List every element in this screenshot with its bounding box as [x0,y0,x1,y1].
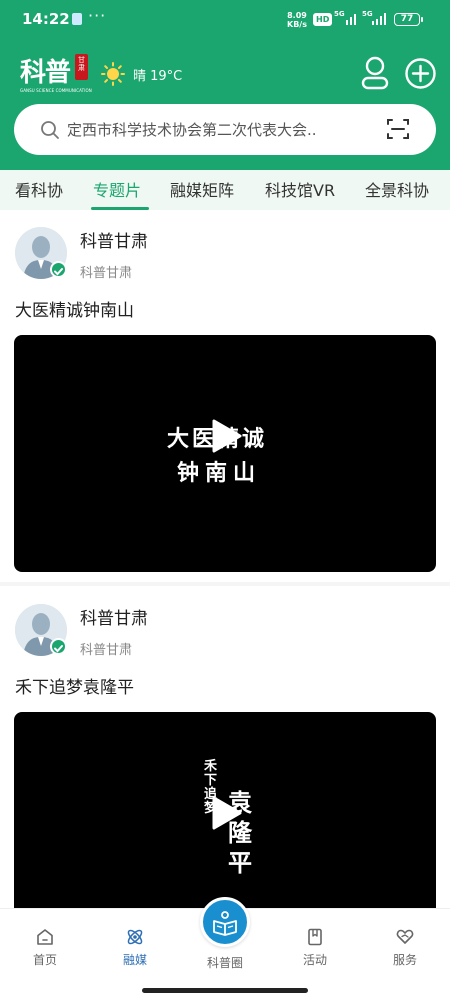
author-subtitle: 科普甘肃 [80,266,133,281]
battery-icon: 77 [394,13,423,26]
weather-widget: 晴 19°C [101,62,182,86]
divider [0,582,450,586]
tab-kejiguan-vr[interactable]: 科技馆VR [265,177,335,201]
tab-zhuanti-pian[interactable]: 专题片 [93,177,141,201]
verified-badge-icon [50,261,67,278]
nav-kepu-quan-button[interactable] [200,897,250,947]
nav-huodong[interactable]: 活动 [285,927,345,968]
status-time: 14:22 [22,10,70,28]
notification-icon [72,13,82,25]
author-name[interactable]: 科普甘肃 [80,227,148,252]
tab-rongmei-juzhen[interactable]: 融媒矩阵 [170,177,234,201]
nav-huodong-label: 活动 [302,953,327,967]
atom-icon [127,929,143,945]
more-notifications-indicator: ··· [88,6,107,25]
search-input[interactable]: 定西市科学技术协会第二次代表大会.. [67,119,317,140]
scan-icon[interactable] [386,117,410,141]
weather-text: 晴 19°C [133,68,183,84]
bottom-navigation: 首页 融媒 科普圈 活动 服务 [0,897,450,999]
tab-quanjing-kexie[interactable]: 全景科协 [365,177,429,201]
post-title[interactable]: 大医精诚钟南山 [15,296,134,321]
play-icon[interactable] [212,419,242,453]
signal-strength-icon [362,12,390,25]
nav-kepu-quan-label[interactable]: 科普圈 [195,954,255,971]
nav-home-label: 首页 [32,953,57,967]
status-bar: 14:22 ··· 8.09 KB/s HD 5G 5G 77 [0,0,450,40]
video-caption-line2: 钟南山 [177,460,262,486]
app-header: 科普 甘肃 GANSU SCIENCE COMMUNICATION 晴 19°C… [0,40,450,170]
nav-home[interactable]: 首页 [15,927,75,968]
home-indicator[interactable] [142,988,308,993]
logo-seal: 甘肃 [75,54,88,80]
user-icon[interactable] [360,56,390,90]
list-item[interactable]: 科普甘肃 科普甘肃 大医精诚钟南山 大医精诚 钟南山 [0,210,450,587]
logo-text: 科普 [20,58,71,88]
search-icon [41,121,59,139]
video-player[interactable]: 大医精诚 钟南山 [14,335,436,572]
logo-subtitle: GANSU SCIENCE COMMUNICATION [20,88,92,93]
home-icon [37,929,53,945]
nav-rongmei[interactable]: 融媒 [105,927,165,968]
verified-badge-icon [50,638,67,655]
author-subtitle: 科普甘肃 [80,643,133,658]
network-speed: 8.09 KB/s [287,11,307,29]
book-icon [213,911,237,936]
hd-badge: HD [313,13,333,26]
bookmark-icon [308,928,322,946]
video-player[interactable]: 禾下追梦 袁隆平 [14,712,436,908]
list-item[interactable]: 科普甘肃 科普甘肃 禾下追梦袁隆平 禾下追梦 袁隆平 [0,587,450,908]
network-speed-value: 8.09 [287,11,307,20]
category-tabs: 看科协 专题片 融媒矩阵 科技馆VR 全景科协 [0,170,450,210]
app-logo: 科普 甘肃 GANSU SCIENCE COMMUNICATION [20,50,92,96]
nav-fuwu[interactable]: 服务 [375,927,435,968]
search-bar[interactable]: 定西市科学技术协会第二次代表大会.. [14,104,436,155]
plus-circle-icon[interactable] [405,58,436,89]
signal-strength-icon [334,12,358,25]
play-icon[interactable] [212,796,242,830]
tab-kan-kexie[interactable]: 看科协 [15,177,63,201]
author-name[interactable]: 科普甘肃 [80,604,148,629]
feed[interactable]: 科普甘肃 科普甘肃 大医精诚钟南山 大医精诚 钟南山 科普甘肃 科普甘肃 禾下追… [0,210,450,908]
network-speed-unit: KB/s [287,20,307,29]
nav-rongmei-label: 融媒 [122,953,147,967]
nav-fuwu-label: 服务 [392,953,417,967]
sun-icon [101,62,125,86]
post-title[interactable]: 禾下追梦袁隆平 [15,673,134,698]
heart-hand-icon [396,929,414,944]
